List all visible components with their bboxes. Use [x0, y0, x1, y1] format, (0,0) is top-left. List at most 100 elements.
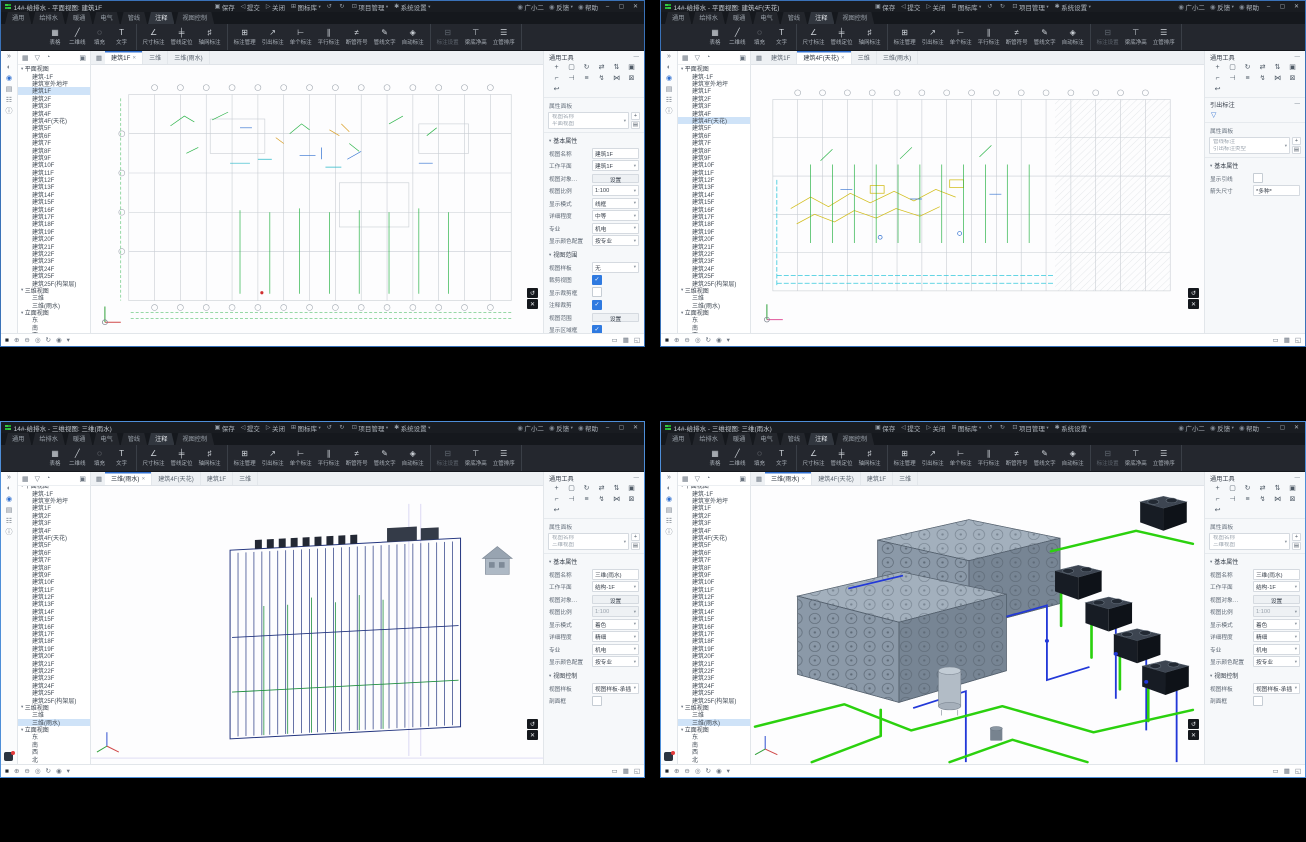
ribbon-button[interactable]: ⊢ 单个标注: [947, 28, 975, 47]
ribbon-tab[interactable]: 给排水: [32, 433, 65, 446]
array[interactable]: ▣: [624, 63, 639, 72]
ribbon-tab[interactable]: 注释: [808, 12, 834, 25]
quick-access-button[interactable]: ↻ ▾: [1000, 424, 1007, 431]
property-checkbox[interactable]: [592, 696, 602, 706]
quick-access-button[interactable]: ⊡ 项目管理 ▾: [1012, 423, 1048, 433]
tree-tool-icon[interactable]: ◔: [706, 54, 710, 61]
trim[interactable]: ⋈: [1270, 74, 1285, 83]
quick-access-button[interactable]: ▷ 关闭 ▾: [926, 423, 945, 433]
ribbon-tab[interactable]: 注释: [808, 433, 834, 446]
tree-tool-icon[interactable]: ▽: [695, 54, 700, 62]
type-selector[interactable]: 管线标注 引出标注类型 ▾: [1209, 137, 1290, 154]
quick-access-button[interactable]: ⊡ 项目管理 ▾: [1012, 2, 1048, 12]
tree-item[interactable]: ▾ 建筑1F: [18, 87, 90, 94]
zoom-out[interactable]: ⊖: [684, 767, 689, 775]
quick-access-button[interactable]: ✱ 系统设置 ▾: [394, 423, 430, 433]
home-tab-icon[interactable]: ▦: [753, 472, 765, 485]
folder-icon[interactable]: ▤: [666, 507, 673, 514]
quick-access-button[interactable]: ▣ 保存 ▾: [875, 2, 895, 12]
ribbon-button[interactable]: ∥ 平行标注: [315, 28, 343, 47]
fullscreen[interactable]: ◱: [1295, 336, 1301, 344]
ribbon-button[interactable]: ◈ 自动标注: [1059, 28, 1087, 47]
property-select[interactable]: 着色 ▾: [592, 619, 639, 630]
tree-item[interactable]: ▾ 建筑8F: [18, 146, 90, 153]
ribbon-tab[interactable]: 暖通: [66, 433, 92, 446]
distribute[interactable]: ≡: [579, 74, 594, 83]
list-icon[interactable]: ☷: [6, 518, 12, 525]
zoom-out[interactable]: ⊖: [24, 767, 29, 775]
distribute[interactable]: ≡: [1240, 495, 1255, 504]
quick-access-button[interactable]: ↻ ▾: [339, 424, 346, 431]
tree-item[interactable]: ▾ 建筑6F: [18, 132, 90, 139]
tree-item[interactable]: ▾ 北: [678, 755, 750, 762]
type-list-button[interactable]: ▤: [1292, 146, 1301, 154]
ribbon-button[interactable]: ∠ 尺寸标注: [140, 449, 168, 468]
document-tab[interactable]: 建筑1F ✕: [861, 472, 893, 485]
document-tab[interactable]: 建筑4F(天花) ✕: [797, 51, 851, 64]
info-icon[interactable]: ⓘ: [666, 108, 673, 115]
property-select[interactable]: 线框 ▾: [592, 198, 639, 209]
crop-view[interactable]: ▭: [1273, 767, 1279, 775]
ribbon-button[interactable]: ↗ 引出标注: [919, 449, 947, 468]
tab-close-icon[interactable]: ✕: [841, 55, 845, 61]
ribbon-button[interactable]: ✎ 管线文字: [1031, 449, 1059, 468]
trim[interactable]: ⋈: [609, 495, 624, 504]
rotate[interactable]: ↻: [579, 63, 594, 72]
undo[interactable]: ↩: [549, 85, 564, 94]
quick-access-button[interactable]: ▷ 关闭 ▾: [266, 2, 285, 12]
tree-item[interactable]: ▾ 平面视图: [18, 65, 90, 72]
quick-access-button[interactable]: ↺ ▾: [327, 3, 334, 10]
property-input[interactable]: 三维(雨水): [592, 569, 639, 580]
mirror-h[interactable]: ⇄: [1255, 63, 1270, 72]
offset[interactable]: ⌐: [549, 74, 564, 83]
tree-item[interactable]: ▾ 建筑室外地坪: [18, 497, 90, 504]
undo-float-button[interactable]: ↺: [1188, 719, 1199, 729]
model-base[interactable]: ■: [665, 337, 669, 344]
property-select[interactable]: 按专业 ▾: [1253, 656, 1300, 667]
secondary-section-header[interactable]: ▾ 视图控制: [1205, 668, 1305, 682]
ribbon-button[interactable]: ☰ 立管排序: [490, 28, 518, 47]
account-item[interactable]: ◉ 帮助 ▾: [578, 423, 598, 433]
collapse-icon[interactable]: —: [634, 54, 640, 60]
drawing-canvas[interactable]: ↺ ✕: [91, 486, 543, 764]
tree-tool-icon[interactable]: ▦: [22, 54, 29, 62]
undo-float-button[interactable]: ↺: [527, 719, 538, 729]
delete[interactable]: ⊠: [1285, 74, 1300, 83]
tree-item[interactable]: ▾ 建筑6F: [678, 132, 750, 139]
property-button[interactable]: 设置: [592, 313, 639, 322]
ribbon-button[interactable]: ♯ 轴网标注: [856, 28, 884, 47]
document-tab[interactable]: 建筑1F ✕: [201, 472, 233, 485]
tree-item[interactable]: ▾ 建筑3F: [678, 102, 750, 109]
ribbon-tab[interactable]: 暖通: [66, 12, 92, 25]
minimize-button[interactable]: –: [603, 4, 612, 10]
ribbon-button[interactable]: ╪ 管线定位: [168, 449, 196, 468]
document-tab[interactable]: 三维(雨水) ✕: [168, 51, 209, 64]
ribbon-tab[interactable]: 电气: [753, 12, 779, 25]
refresh[interactable]: ↻: [46, 767, 51, 775]
document-tab[interactable]: 三维 ✕: [233, 472, 258, 485]
close-button[interactable]: ✕: [1292, 424, 1301, 431]
offset[interactable]: ⌐: [549, 495, 564, 504]
property-select[interactable]: 结构-1F ▾: [1253, 581, 1300, 592]
ribbon-button[interactable]: ⊢ 单个标注: [287, 449, 315, 468]
property-checkbox[interactable]: [592, 287, 602, 297]
quick-access-button[interactable]: ◁ 提交 ▾: [241, 423, 260, 433]
tree-item[interactable]: ▾ 三维视图: [678, 704, 750, 711]
ribbon-button[interactable]: ╱ 二维线: [66, 449, 89, 468]
ribbon-button[interactable]: ∥ 平行标注: [315, 449, 343, 468]
ribbon-button[interactable]: ☰ 立管排序: [1150, 28, 1178, 47]
close-button[interactable]: ✕: [631, 424, 640, 431]
copy[interactable]: ▢: [564, 484, 579, 493]
maximize-button[interactable]: ▢: [1278, 424, 1287, 431]
close-float-button[interactable]: ✕: [527, 730, 538, 740]
ribbon-button[interactable]: ◌ 填充: [749, 28, 771, 47]
ribbon-tab[interactable]: 管线: [781, 12, 807, 25]
quick-access-button[interactable]: ↺ ▾: [327, 424, 334, 431]
tab-close-icon[interactable]: ✕: [132, 55, 136, 61]
ribbon-button[interactable]: ◌ 填充: [749, 449, 771, 468]
property-select[interactable]: 视图样板-承插 ▾: [592, 683, 639, 694]
minimize-button[interactable]: –: [603, 425, 612, 431]
quick-access-button[interactable]: ▣ 保存 ▾: [875, 423, 895, 433]
model-base[interactable]: ■: [5, 768, 9, 775]
document-tab[interactable]: 三维 ✕: [852, 51, 877, 64]
